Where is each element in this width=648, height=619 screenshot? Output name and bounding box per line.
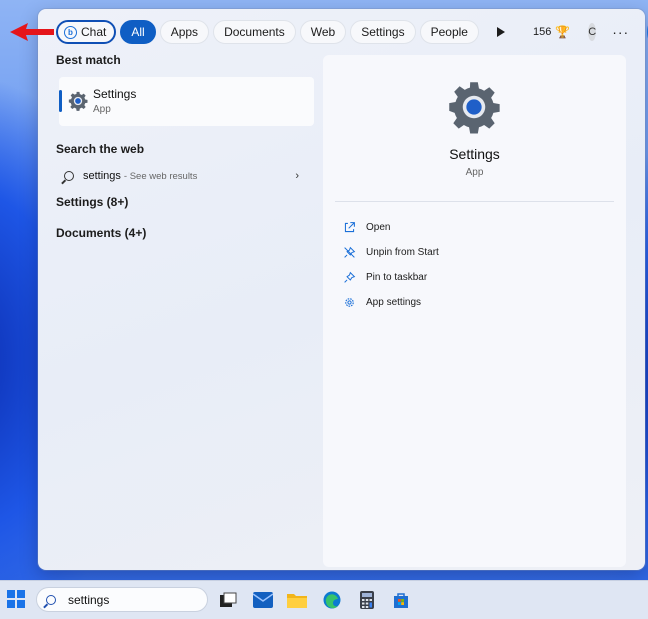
filter-people[interactable]: People: [419, 20, 479, 44]
bing-chat-icon: b: [64, 25, 77, 39]
pin-taskbar-action[interactable]: Pin to taskbar: [343, 265, 439, 290]
gear-icon: [345, 298, 354, 307]
red-arrow-annotation: [10, 23, 54, 41]
taskbar-search-value: settings: [68, 592, 110, 607]
file-explorer-icon[interactable]: [287, 590, 307, 610]
open-external-icon: [344, 222, 355, 233]
settings-gear-icon: [449, 82, 500, 134]
web-result-suffix: - See web results: [123, 170, 198, 182]
points-value: 156: [532, 26, 552, 38]
settings-gear-icon: [68, 91, 88, 111]
taskbar-search-box[interactable]: settings: [36, 587, 208, 612]
best-match-title: Settings: [93, 87, 137, 101]
unpin-icon: [344, 246, 356, 258]
rewards-points[interactable]: 156 🏆: [533, 25, 570, 39]
task-view-icon[interactable]: [218, 590, 238, 610]
results-list: Best match Settings App Search the web s…: [56, 53, 321, 240]
windows-start-icon[interactable]: [7, 590, 25, 608]
preview-subtitle: App: [465, 167, 484, 178]
documents-group[interactable]: Documents (4+): [56, 226, 321, 240]
preview-pane: Settings App Open Unpin from Start Pin t…: [323, 55, 626, 567]
filter-bar: b Chat All Apps Documents Web Settings P…: [56, 19, 648, 45]
edge-browser-icon[interactable]: [322, 590, 342, 610]
open-action[interactable]: Open: [343, 215, 439, 240]
pin-icon: [344, 271, 356, 283]
actions-list: Open Unpin from Start Pin to taskbar App…: [343, 215, 439, 315]
search-web-heading: Search the web: [56, 142, 145, 156]
action-label: Open: [366, 222, 391, 233]
action-label: App settings: [366, 297, 422, 308]
web-result-query: settings: [83, 170, 121, 182]
taskbar: settings: [0, 580, 648, 619]
best-match-heading: Best match: [56, 53, 121, 67]
play-icon[interactable]: [496, 27, 505, 37]
trophy-icon: 🏆: [555, 25, 571, 39]
filter-all[interactable]: All: [120, 20, 156, 44]
mail-icon[interactable]: [253, 590, 273, 610]
chevron-right-icon[interactable]: ›: [295, 170, 299, 182]
filter-settings[interactable]: Settings: [350, 20, 416, 44]
preview-title: Settings: [449, 146, 500, 162]
filter-web[interactable]: Web: [299, 20, 347, 44]
settings-group[interactable]: Settings (8+): [56, 195, 321, 209]
chat-label: Chat: [81, 25, 107, 39]
more-options-icon[interactable]: ···: [612, 24, 629, 40]
avatar[interactable]: C: [588, 23, 597, 41]
action-label: Pin to taskbar: [366, 272, 428, 283]
search-panel: b Chat All Apps Documents Web Settings P…: [38, 9, 648, 570]
best-match-result[interactable]: Settings App: [59, 77, 314, 126]
microsoft-store-icon[interactable]: [391, 590, 411, 610]
selection-indicator: [59, 90, 62, 112]
best-match-subtitle: App: [93, 104, 111, 115]
filter-documents[interactable]: Documents: [213, 20, 296, 44]
search-icon: [64, 171, 74, 181]
web-result[interactable]: settings - See web results ›: [56, 164, 299, 188]
divider: [335, 201, 614, 202]
calculator-icon[interactable]: [357, 590, 377, 610]
search-icon: [46, 594, 56, 605]
app-settings-action[interactable]: App settings: [343, 290, 439, 315]
filter-apps[interactable]: Apps: [159, 20, 210, 44]
action-label: Unpin from Start: [366, 247, 439, 258]
chat-button[interactable]: b Chat: [56, 20, 117, 44]
unpin-action[interactable]: Unpin from Start: [343, 240, 439, 265]
